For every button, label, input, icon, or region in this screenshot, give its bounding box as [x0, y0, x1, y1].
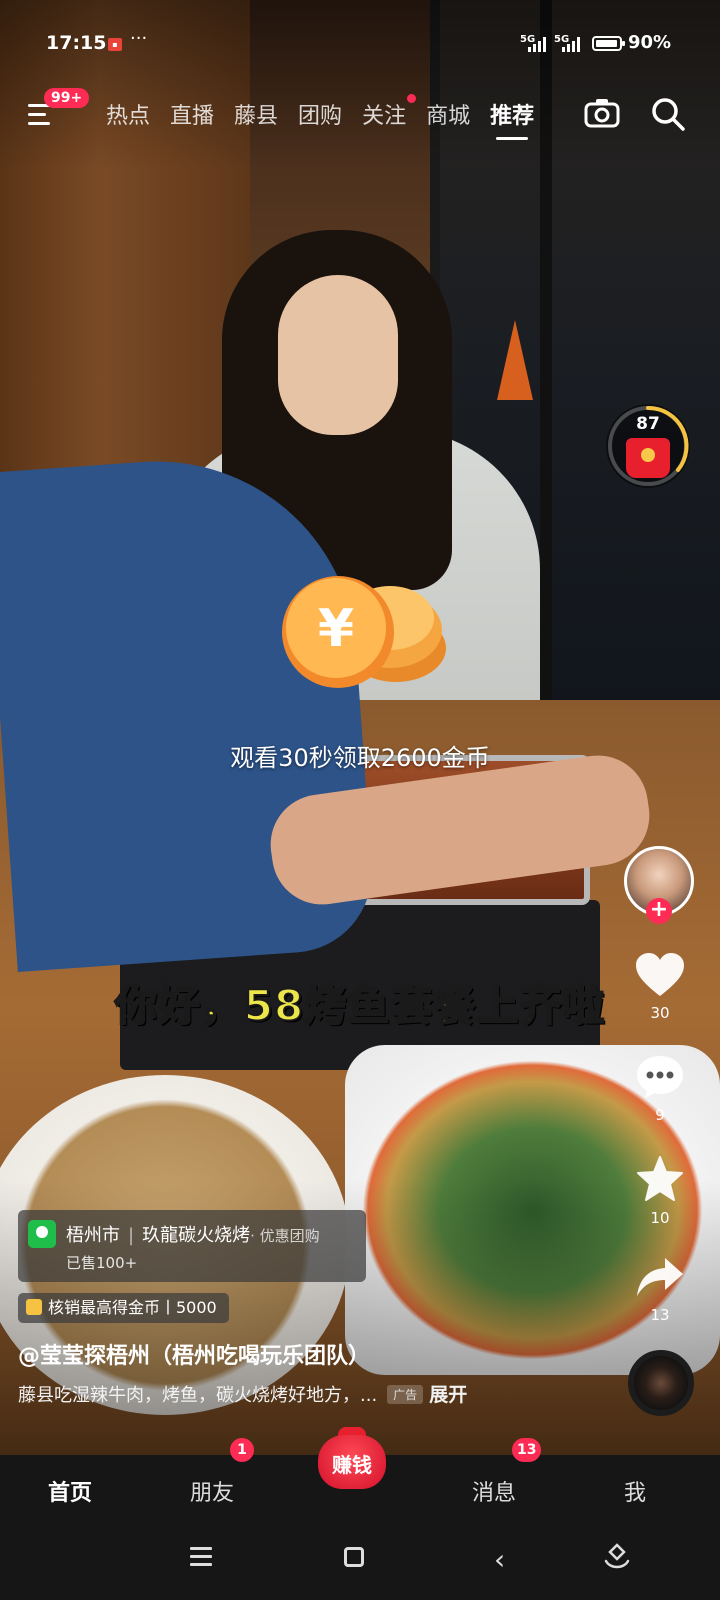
expand-button[interactable]: 展开 [429, 1384, 467, 1406]
feed-tabs: 热点 直播 藤县 团购 关注 商城 推荐 [106, 94, 554, 140]
poi-shop: 玖龍碳火烧烤 [142, 1225, 251, 1246]
recents-icon[interactable] [190, 1547, 212, 1571]
share-button[interactable]: 13 [618, 1256, 702, 1324]
music-disc[interactable] [628, 1350, 694, 1416]
ad-tag: 广告 [387, 1385, 424, 1404]
home-icon[interactable] [344, 1547, 364, 1567]
coin-stack-icon[interactable]: ¥ [278, 570, 448, 700]
tab-friends[interactable]: 朋友 [190, 1475, 234, 1507]
share-icon [637, 1258, 683, 1296]
poi-city: 梧州市 [66, 1225, 120, 1246]
top-nav: 99+ 热点 直播 藤县 团购 关注 商城 推荐 [0, 88, 720, 144]
tab-recommend[interactable]: 推荐 [490, 98, 534, 140]
assistant-icon[interactable] [604, 1543, 630, 1573]
star-icon [637, 1156, 683, 1201]
more-notifications-icon: ··· [130, 28, 148, 49]
svg-text:¥: ¥ [318, 599, 354, 659]
red-packet-count: 87 [636, 414, 660, 434]
tab-following[interactable]: 关注 [362, 94, 417, 130]
red-packet-icon [626, 438, 670, 478]
coin-icon [26, 1299, 42, 1315]
comment-icon [637, 1056, 683, 1098]
menu-badge: 99+ [44, 88, 90, 108]
signal-icon-2 [562, 36, 580, 52]
red-packet-widget[interactable]: 87 [606, 404, 690, 488]
status-time: 17:15 [46, 32, 107, 54]
location-pin-icon [28, 1220, 56, 1248]
following-dot [407, 94, 417, 103]
poi-separator: | [128, 1225, 135, 1246]
tab-local[interactable]: 藤县 [234, 98, 278, 130]
coin-prompt-text[interactable]: 观看30秒领取2600金币 [0, 738, 720, 773]
notification-icon: ▪ [108, 38, 122, 51]
battery-icon [592, 36, 625, 51]
tab-following-label: 关注 [362, 104, 407, 129]
tab-hot[interactable]: 热点 [106, 98, 150, 130]
tab-mall[interactable]: 商城 [426, 98, 470, 130]
search-icon[interactable] [650, 96, 686, 132]
description-text: 藤县吃湿辣牛肉，烤鱼，碳火烧烤好地方，... [18, 1385, 378, 1406]
poi-card[interactable]: 梧州市 | 玖龍碳火烧烤· 优惠团购 已售100+ [18, 1210, 366, 1282]
tab-live[interactable]: 直播 [170, 98, 214, 130]
coin-reward-bar[interactable]: 核销最高得金币丨5000 [18, 1293, 229, 1323]
coin-reward-text: 核销最高得金币丨5000 [48, 1298, 217, 1317]
system-nav-bar: ‹ [0, 1525, 720, 1600]
heart-icon [636, 953, 684, 996]
tab-messages[interactable]: 消息 [472, 1475, 516, 1507]
battery-percent: 90% [628, 32, 672, 53]
video-person-face [278, 275, 398, 435]
follow-plus-icon[interactable]: + [646, 898, 672, 924]
signal-icon-1 [528, 36, 546, 52]
author-name[interactable]: @莹莹探梧州（梧州吃喝玩乐团队） [18, 1338, 370, 1370]
video-bg-cone [497, 320, 533, 400]
status-bar: 17:15 ▪ ··· 5G 5G 90% [0, 28, 720, 62]
camera-icon[interactable] [584, 98, 620, 128]
comment-button[interactable]: 9 [618, 1054, 702, 1124]
video-description: 藤县吃湿辣牛肉，烤鱼，碳火烧烤好地方，... 广告 展开 [18, 1380, 467, 1407]
poi-title: 梧州市 | 玖龍碳火烧烤· 优惠团购 [66, 1221, 320, 1247]
poi-sold: 已售100+ [66, 1254, 138, 1272]
favorite-count: 10 [650, 1209, 670, 1227]
tab-group-buy[interactable]: 团购 [298, 98, 342, 130]
like-count: 30 [650, 1004, 670, 1022]
tab-home[interactable]: 首页 [48, 1475, 92, 1507]
vignette-top [0, 0, 720, 170]
favorite-button[interactable]: 10 [618, 1155, 702, 1227]
share-count: 13 [650, 1306, 670, 1324]
like-button[interactable]: 30 [618, 952, 702, 1022]
messages-badge: 13 [512, 1438, 542, 1462]
tab-me[interactable]: 我 [624, 1475, 646, 1507]
video-subtitle: 你好，58烤鱼套餐上齐啦 [114, 980, 606, 1031]
comment-count: 9 [655, 1106, 665, 1124]
poi-tag: · 优惠团购 [250, 1227, 320, 1245]
back-icon[interactable]: ‹ [494, 1543, 505, 1576]
earn-button[interactable]: 赚钱 [318, 1427, 386, 1489]
friends-badge: 1 [230, 1438, 254, 1462]
earn-label: 赚钱 [332, 1453, 372, 1477]
